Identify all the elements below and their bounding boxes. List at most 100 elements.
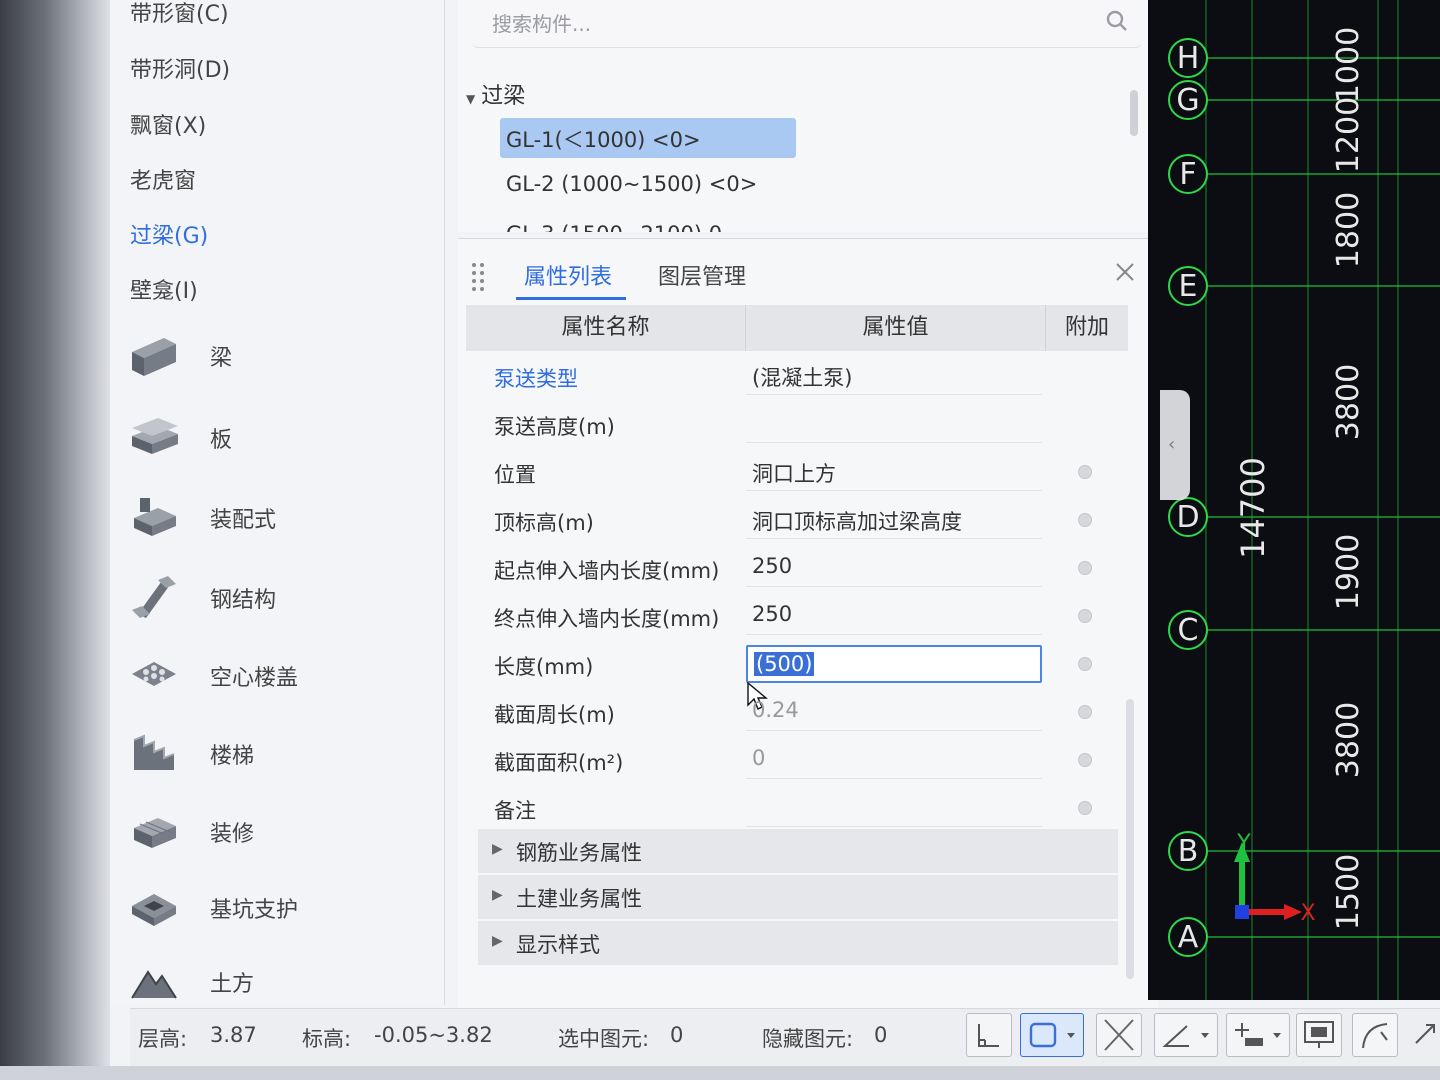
dimension-label: 1000 [1331, 27, 1366, 103]
floor-height-value: 3.87 [210, 1023, 257, 1047]
tree-group-label: 过梁 [481, 84, 526, 109]
x-axis-label: X [1300, 901, 1315, 926]
group-rebar-properties[interactable]: ▶ 钢筋业务属性 [478, 829, 1118, 873]
list-item[interactable]: GL-1(＜1000) <0> [500, 118, 796, 158]
beam-icon [132, 338, 176, 376]
list-scrollbar[interactable] [1130, 90, 1138, 136]
group-display-style[interactable]: ▶ 显示样式 [478, 921, 1118, 965]
group-label: 显示样式 [516, 933, 600, 957]
sidebar-item-lintel[interactable]: 过梁(G) [130, 218, 208, 250]
dimension-label: 1900 [1331, 534, 1366, 610]
monitor-bezel [0, 0, 110, 1080]
component-type-sidebar: 带形窗(C) 带形洞(D) 飘窗(X) 老虎窗 过梁(G) 壁龛(I) 梁 板 … [110, 0, 551, 1005]
ortho-mode-button[interactable] [966, 1013, 1012, 1057]
collapse-panel-button[interactable]: ‹ [1160, 390, 1190, 500]
property-value[interactable] [746, 405, 1042, 443]
earthwork-icon [131, 970, 177, 999]
axis-label: F [1179, 157, 1196, 192]
sidebar-category-label: 装修 [210, 822, 255, 847]
axis-label: E [1179, 269, 1198, 304]
tab-layer-management[interactable]: 图层管理 [658, 259, 746, 291]
property-value: 0.24 [746, 693, 1042, 731]
angle-tool-button[interactable] [1154, 1013, 1218, 1057]
close-icon[interactable] [1114, 261, 1136, 283]
slab-icon [132, 418, 178, 454]
property-name: 终点伸入墙内长度(mm) [494, 607, 720, 631]
list-item[interactable]: GL-2 (1000~1500) <0> [500, 166, 796, 206]
sidebar-category-steel[interactable]: 钢结构 [120, 568, 420, 628]
dimension-tool-button[interactable] [1226, 1013, 1290, 1057]
extra-checkbox[interactable] [1078, 561, 1092, 575]
property-name: 备注 [494, 799, 536, 823]
axis-label: H [1177, 41, 1200, 76]
cross-icon [1104, 1019, 1134, 1051]
extra-checkbox[interactable] [1078, 609, 1092, 623]
sidebar-category-stairs[interactable]: 楼梯 [120, 724, 420, 784]
property-value[interactable]: 250 [746, 549, 1042, 587]
cross-select-button[interactable] [1096, 1013, 1142, 1057]
search-icon[interactable] [1104, 8, 1130, 34]
stairs-icon [133, 734, 175, 770]
snap-mode-button[interactable] [1020, 1013, 1084, 1057]
sidebar-category-earthwork[interactable]: 土方 [120, 952, 420, 1012]
tab-property-list[interactable]: 属性列表 [524, 259, 612, 291]
drag-handle-icon[interactable] [470, 261, 486, 291]
property-name-link[interactable]: 泵送类型 [494, 363, 578, 393]
sidebar-item-niche[interactable]: 壁龛(I) [130, 273, 198, 305]
hidden-count-label: 隐藏图元: [762, 1027, 854, 1051]
list-overflow-clip: GL-3 (1500~2100) 0 [458, 220, 1158, 232]
bottom-edge [0, 1066, 1440, 1080]
table-row: 泵送高度(m) [466, 401, 1128, 448]
sidebar-category-pit-support[interactable]: 基坑支护 [120, 878, 420, 938]
sidebar-category-prefab[interactable]: 装配式 [120, 488, 420, 548]
table-row: 终点伸入墙内长度(mm) 250 [466, 593, 1128, 640]
property-name: 泵送高度(m) [494, 415, 615, 439]
property-value[interactable]: 250 [746, 597, 1042, 635]
sidebar-category-slab[interactable]: 板 [120, 408, 420, 468]
sidebar-item-strip-opening[interactable]: 带形洞(D) [130, 52, 230, 84]
extra-checkbox[interactable] [1078, 465, 1092, 479]
sidebar-item-strip-window[interactable]: 带形窗(C) [130, 0, 229, 28]
list-item[interactable]: GL-3 (1500~2100) 0 [500, 220, 796, 232]
sidebar-category-beam[interactable]: 梁 [120, 326, 420, 386]
monitor-icon [1304, 1021, 1334, 1048]
tree-group-lintel[interactable]: ▼ 过梁 [466, 78, 525, 110]
sidebar-category-label: 钢结构 [210, 588, 277, 613]
active-tab-indicator [516, 297, 626, 300]
sidebar-category-decoration[interactable]: 装修 [120, 802, 420, 862]
property-name: 顶标高(m) [494, 511, 594, 535]
length-input[interactable]: (500) [746, 645, 1042, 683]
drawing-canvas[interactable]: H G F E D C B A 1000 1200 1800 3800 1900 3800 1500 1470… [1148, 0, 1440, 1000]
search-input[interactable] [492, 8, 1072, 40]
property-value[interactable]: (混凝土泵) [746, 357, 1042, 395]
sidebar-category-label: 土方 [210, 972, 255, 997]
dimension-label: 3800 [1331, 702, 1366, 778]
display-settings-button[interactable] [1296, 1013, 1342, 1057]
extra-checkbox[interactable] [1078, 753, 1092, 767]
extra-checkbox[interactable] [1078, 657, 1092, 671]
extra-checkbox[interactable] [1078, 705, 1092, 719]
sidebar-item-dormer[interactable]: 老虎窗 [130, 163, 196, 195]
chevron-right-icon: ▶ [492, 933, 503, 949]
chevron-left-icon: ‹ [1168, 434, 1176, 455]
property-value[interactable] [746, 789, 1042, 827]
sidebar-category-label: 楼梯 [210, 744, 255, 769]
table-row: 长度(mm) (500) [466, 641, 1128, 710]
group-civil-properties[interactable]: ▶ 土建业务属性 [478, 875, 1118, 919]
x-axis-arrowhead [1284, 904, 1302, 920]
extra-checkbox[interactable] [1078, 801, 1092, 815]
sidebar-item-bay-window[interactable]: 飘窗(X) [130, 108, 206, 140]
sidebar-category-hollow-floor[interactable]: 空心楼盖 [120, 646, 420, 706]
property-value[interactable]: 洞口上方 [746, 453, 1042, 491]
property-scrollbar[interactable] [1126, 699, 1134, 979]
extra-checkbox[interactable] [1078, 513, 1092, 527]
decoration-icon [134, 818, 176, 848]
property-value[interactable]: 洞口顶标高加过梁高度 [746, 501, 1042, 539]
component-list-panel: ▼ 过梁 GL-1(＜1000) <0> GL-2 (1000~1500) <0>… [458, 0, 1158, 232]
resize-arrow-icon[interactable] [1410, 1013, 1440, 1057]
sidebar-category-label: 空心楼盖 [210, 666, 299, 691]
property-name: 截面周长(m) [494, 703, 615, 727]
axis-label: A [1178, 920, 1199, 955]
dimension-label: 1500 [1331, 854, 1366, 930]
curve-tool-button[interactable] [1352, 1013, 1398, 1057]
